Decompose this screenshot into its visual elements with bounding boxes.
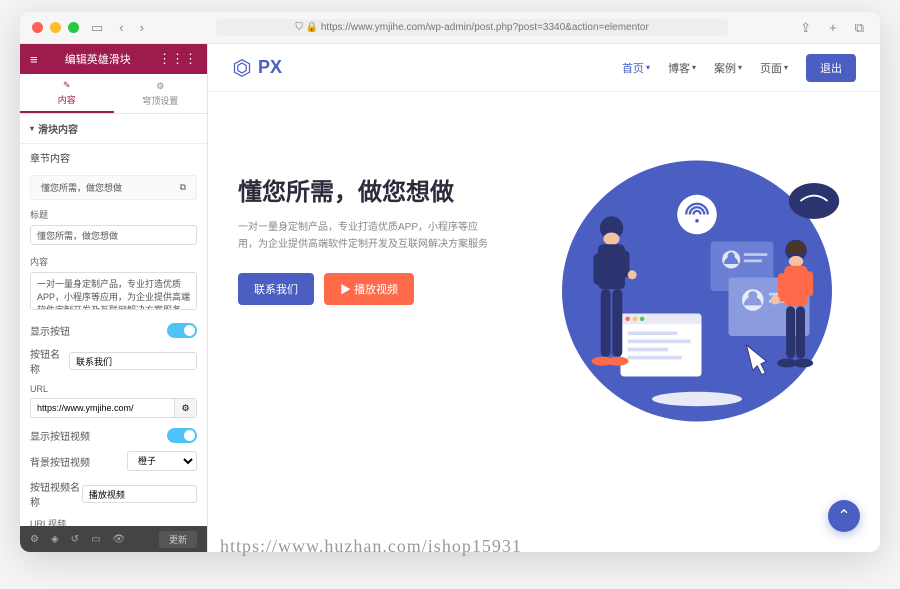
nav-blog[interactable]: 博客 ▾: [668, 60, 696, 76]
section-slider-content[interactable]: ▾滑块内容: [20, 114, 207, 144]
traffic-lights: [32, 22, 79, 33]
site-header: PX 首页 ▾ 博客 ▾ 案例 ▾ 页面 ▾ 退出: [208, 44, 880, 92]
play-icon: ▶: [340, 284, 354, 296]
url-options-button[interactable]: ⚙: [175, 398, 197, 418]
apps-icon[interactable]: ⋮⋮⋮: [158, 51, 197, 67]
logo-icon: [232, 58, 252, 78]
widget-title: 编辑英雄滑块: [65, 51, 131, 67]
label-title: 标题: [20, 204, 207, 223]
play-video-button[interactable]: ▶ 播放视频: [324, 273, 414, 305]
chevron-down-icon: ▾: [646, 63, 650, 72]
tab-advanced[interactable]: ⚙ 穹顶设置: [114, 74, 208, 113]
label-video-btn-name: 按钮视频名称: [30, 479, 82, 509]
repeater-item[interactable]: 懂您所需，做您想做 ⧉: [30, 175, 197, 200]
preview-pane: PX 首页 ▾ 博客 ▾ 案例 ▾ 页面 ▾ 退出 懂您所需，做您想做 一对一量…: [208, 44, 880, 552]
tab-content[interactable]: ✎ 内容: [20, 74, 114, 113]
chevron-down-icon: ▾: [784, 63, 788, 72]
nav-home[interactable]: 首页 ▾: [622, 60, 650, 76]
history-icon[interactable]: ↺: [71, 534, 79, 545]
maximize-window[interactable]: [68, 22, 79, 33]
forward-icon[interactable]: ›: [136, 18, 148, 37]
content-textarea[interactable]: 一对一量身定制产品，专业打造优质APP，小程序等应用，为企业提供高端软件定制开发…: [30, 272, 197, 310]
hero-section: 懂您所需，做您想做 一对一量身定制产品，专业打造优质APP，小程序等应用，为企业…: [208, 92, 880, 472]
label-video-url: URL视频: [20, 513, 207, 526]
chevron-down-icon: ▾: [738, 63, 742, 72]
scroll-top-button[interactable]: ⌃: [828, 500, 860, 532]
menu-icon[interactable]: ≡: [30, 52, 38, 67]
share-icon[interactable]: ⇪: [796, 18, 815, 38]
elementor-sidebar: ≡ 编辑英雄滑块 ⋮⋮⋮ ✎ 内容 ⚙ 穹顶设置 ▾滑块内容 章节内容 懂您所需…: [20, 44, 208, 552]
navigator-icon[interactable]: ◈: [51, 534, 59, 545]
hero-illustration: [508, 122, 850, 442]
responsive-icon[interactable]: ▭: [91, 534, 100, 545]
update-button[interactable]: 更新: [159, 531, 197, 548]
nav-pages[interactable]: 页面 ▾: [760, 60, 788, 76]
button-name-input[interactable]: [69, 352, 197, 370]
new-tab-icon[interactable]: +: [825, 18, 841, 38]
address-bar[interactable]: ⛉ 🔒 https://www.ymjihe.com/wp-admin/post…: [216, 19, 728, 36]
group-chapter: 章节内容: [20, 144, 207, 171]
video-btn-name-input[interactable]: [82, 485, 197, 503]
settings-icon[interactable]: ⚙: [30, 534, 39, 545]
close-window[interactable]: [32, 22, 43, 33]
hero-description: 一对一量身定制产品，专业打造优质APP，小程序等应用，为企业提供高端软件定制开发…: [238, 219, 488, 253]
watermark: https://www.huzhan.com/ishop15931: [220, 536, 522, 557]
browser-titlebar: ▭ ‹ › ⛉ 🔒 https://www.ymjihe.com/wp-admi…: [20, 12, 880, 44]
hero-title: 懂您所需，做您想做: [238, 172, 488, 207]
label-bg-video: 背景按钮视频: [30, 454, 90, 469]
back-icon[interactable]: ‹: [115, 18, 127, 37]
title-input[interactable]: [30, 225, 197, 245]
label-url: URL: [20, 380, 207, 396]
shield-icon: ⛉: [295, 22, 305, 33]
preview-icon[interactable]: 👁: [113, 534, 126, 545]
sidebar-header: ≡ 编辑英雄滑块 ⋮⋮⋮: [20, 44, 207, 74]
pencil-icon: ✎: [63, 80, 71, 91]
tabs-icon[interactable]: ⧉: [851, 18, 868, 38]
lock-icon: 🔒: [306, 22, 321, 33]
show-button-toggle[interactable]: [167, 323, 197, 338]
chevron-up-icon: ⌃: [837, 506, 850, 526]
url-input[interactable]: [30, 398, 175, 418]
chevron-down-icon: ▾: [692, 63, 696, 72]
bg-video-select[interactable]: 橙子: [127, 451, 197, 471]
label-button-name: 按钮名称: [30, 346, 69, 376]
copy-icon[interactable]: ⧉: [180, 182, 186, 193]
sidebar-footer: ⚙ ◈ ↺ ▭ 👁 更新: [20, 526, 207, 552]
label-show-button: 显示按钮: [30, 323, 70, 338]
sidebar-tabs: ✎ 内容 ⚙ 穹顶设置: [20, 74, 207, 114]
minimize-window[interactable]: [50, 22, 61, 33]
contact-button[interactable]: 联系我们: [238, 273, 314, 305]
sidebar-toggle-icon[interactable]: ▭: [87, 18, 107, 38]
label-content: 内容: [20, 251, 207, 270]
site-logo[interactable]: PX: [232, 57, 282, 78]
nav-cases[interactable]: 案例 ▾: [714, 60, 742, 76]
gear-icon: ⚙: [156, 81, 164, 92]
show-video-toggle[interactable]: [167, 428, 197, 443]
exit-button[interactable]: 退出: [806, 54, 856, 82]
label-show-video: 显示按钮视频: [30, 428, 90, 443]
